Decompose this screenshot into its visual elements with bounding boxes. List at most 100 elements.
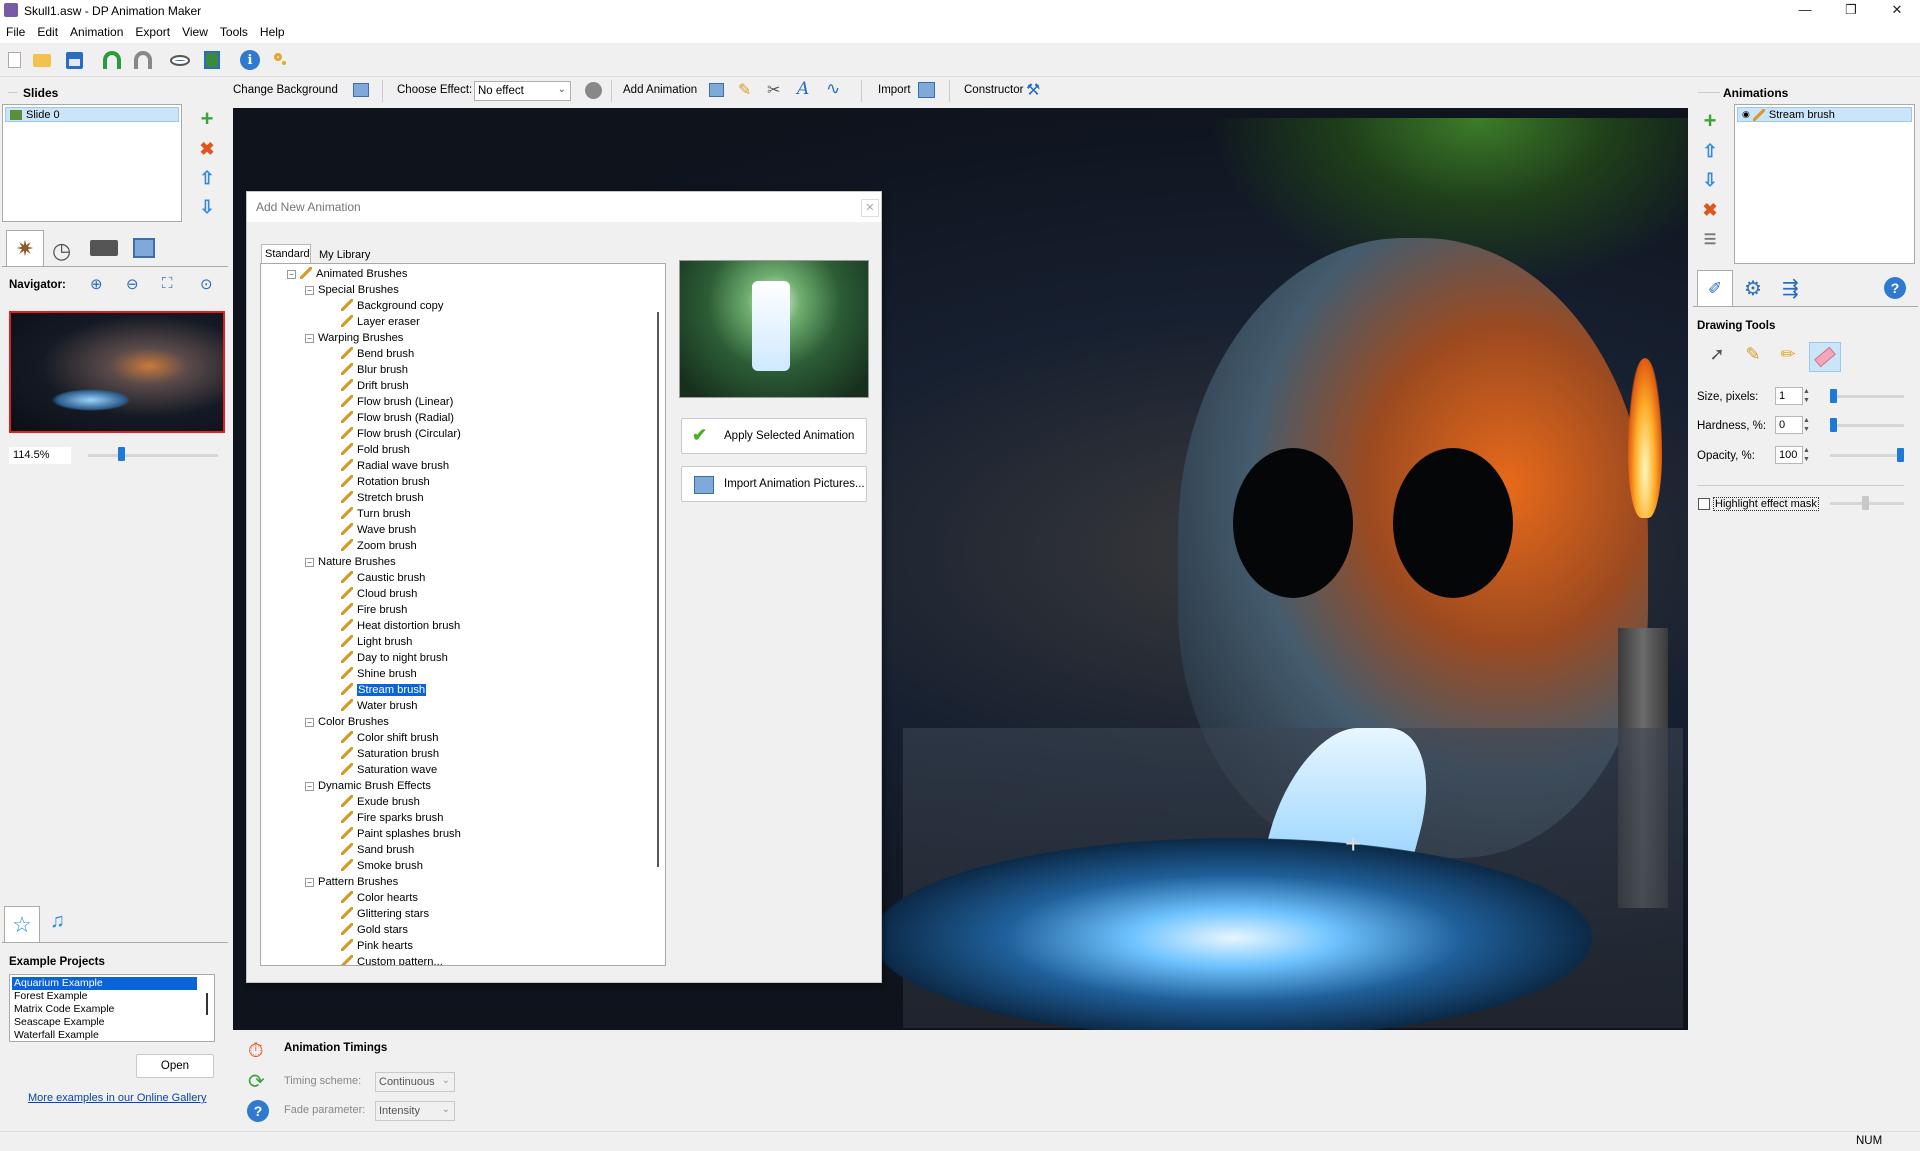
tree-item[interactable]: Fold brush [341,442,410,458]
publish-icon[interactable] [200,48,224,72]
import-icon[interactable] [918,82,935,98]
opacity-slider-thumb[interactable] [1897,448,1904,462]
tree-item[interactable]: Fire brush [341,602,407,618]
tree-item[interactable]: Water brush [341,698,418,714]
move-down-icon[interactable]: ⇩ [196,196,218,218]
tree-group[interactable]: −Animated Brushes [287,266,407,282]
minimize-button[interactable]: — [1782,0,1828,22]
animation-tree[interactable]: −Animated Brushes−Special BrushesBackgro… [260,263,666,966]
highlight-mask-checkbox[interactable] [1698,498,1710,510]
undo-icon[interactable] [100,48,124,72]
tree-item[interactable]: Stream brush [341,682,426,698]
tree-group[interactable]: −Nature Brushes [305,554,396,570]
delete-slide-icon[interactable]: ✖ [196,138,218,160]
highlight-mask-label[interactable]: Highlight effect mask [1713,497,1819,511]
camera-tab-icon[interactable] [90,240,118,256]
collapse-icon[interactable]: − [305,334,314,343]
hardness-stepper[interactable]: ▲▼ [1803,416,1810,434]
effect-settings-icon[interactable] [585,82,602,99]
collapse-icon[interactable]: − [305,558,314,567]
fade-parameter-select[interactable]: Intensity ⌄ [375,1101,455,1121]
tree-group[interactable]: −Special Brushes [305,282,399,298]
slides-list[interactable]: Slide 0 [2,104,182,222]
opacity-stepper[interactable]: ▲▼ [1803,446,1810,464]
tree-item[interactable]: Turn brush [341,506,411,522]
menu-help[interactable]: Help [254,22,291,39]
tree-item[interactable]: Flow brush (Radial) [341,410,454,426]
mask-slider-thumb[interactable] [1862,496,1869,510]
refresh-icon[interactable]: ⟳ [248,1069,265,1094]
zoom-slider[interactable] [88,454,218,457]
fit-icon[interactable]: ⛶ [162,275,173,292]
tools-icon[interactable]: ✂ [767,80,780,100]
tree-item[interactable]: Paint splashes brush [341,826,461,842]
tree-item[interactable]: Fire sparks brush [341,810,443,826]
tree-item[interactable]: Day to night brush [341,650,448,666]
tree-item[interactable]: Cloud brush [341,586,417,602]
tree-item[interactable]: Wave brush [341,522,416,538]
menu-view[interactable]: View [176,22,214,39]
list-scrollbar[interactable] [206,993,208,1015]
add-slide-icon[interactable]: + [196,108,218,130]
tree-item[interactable]: Sand brush [341,842,414,858]
new-icon[interactable] [2,48,26,72]
close-button[interactable]: ✕ [1874,0,1920,22]
size-slider-thumb[interactable] [1830,389,1837,403]
online-gallery-link[interactable]: More examples in our Online Gallery [28,1092,207,1104]
tree-item[interactable]: Background copy [341,298,443,314]
collapse-icon[interactable]: − [305,878,314,887]
example-item[interactable]: Aquarium Example [12,977,197,990]
tree-item[interactable]: Light brush [341,634,412,650]
import-pictures-button[interactable]: Import Animation Pictures... [681,466,867,502]
tree-item[interactable]: Heat distortion brush [341,618,460,634]
tree-item[interactable]: Flow brush (Linear) [341,394,453,410]
constructor-label[interactable]: Constructor [964,84,1023,96]
zoom-in-icon[interactable]: ⊕ [90,275,103,293]
tab-standard[interactable]: Standard [261,244,311,263]
tree-scrollbar[interactable] [657,312,659,867]
timings-help-icon[interactable]: ? [247,1100,269,1122]
tree-item[interactable]: Zoom brush [341,538,417,554]
motion-tab-icon[interactable]: ⇶ [1782,276,1799,301]
eye-icon[interactable] [168,48,192,72]
menu-edit[interactable]: Edit [31,22,64,39]
animation-item[interactable]: ◉ Stream brush [1737,107,1912,122]
tab-my-library[interactable]: My Library [317,246,372,264]
pencil-tool-icon[interactable]: ✏ [1775,344,1801,370]
tree-group[interactable]: −Warping Brushes [305,330,403,346]
dialog-close-icon[interactable]: ✕ [861,199,879,217]
image-tab-icon[interactable] [133,238,155,258]
clock-tab-icon[interactable]: ◷ [52,238,71,264]
hardness-input[interactable]: 0 [1775,416,1803,434]
brush-tool-icon[interactable]: ✎ [1740,344,1766,370]
example-projects-list[interactable]: Aquarium Example Forest Example Matrix C… [9,974,215,1042]
size-stepper[interactable]: ▲▼ [1803,387,1810,405]
delete-animation-icon[interactable]: ✖ [1699,199,1721,221]
tree-item[interactable]: Saturation brush [341,746,439,762]
tree-item[interactable]: Custom pattern... [341,954,443,966]
example-item[interactable]: Seascape Example [12,1016,212,1029]
tree-item[interactable]: Rotation brush [341,474,430,490]
open-example-button[interactable]: Open [136,1054,214,1078]
settings-tab-icon[interactable]: ⚙ [1744,276,1762,301]
example-item[interactable]: Forest Example [12,990,212,1003]
add-picture-animation-icon[interactable] [709,83,724,97]
key-icon[interactable] [270,48,294,72]
effects-tab-icon[interactable]: ✷ [6,230,44,266]
tree-item[interactable]: Radial wave brush [341,458,449,474]
tree-item[interactable]: Caustic brush [341,570,425,586]
save-icon[interactable] [62,48,86,72]
pointer-tool-icon[interactable]: ➚ [1704,344,1730,370]
tree-item[interactable]: Flow brush (Circular) [341,426,461,442]
add-animation-icon[interactable]: + [1699,110,1721,132]
star-tab-icon[interactable]: ☆ [4,906,40,942]
actual-size-icon[interactable]: ⊙ [200,275,213,293]
size-slider[interactable] [1830,395,1904,398]
navigator-thumbnail[interactable] [9,311,225,433]
tree-item[interactable]: Blur brush [341,362,408,378]
zoom-out-icon[interactable]: ⊖ [126,275,139,293]
tree-item[interactable]: Saturation wave [341,762,437,778]
tree-item[interactable]: Layer eraser [341,314,420,330]
tree-item[interactable]: Color shift brush [341,730,438,746]
tree-item[interactable]: Smoke brush [341,858,423,874]
